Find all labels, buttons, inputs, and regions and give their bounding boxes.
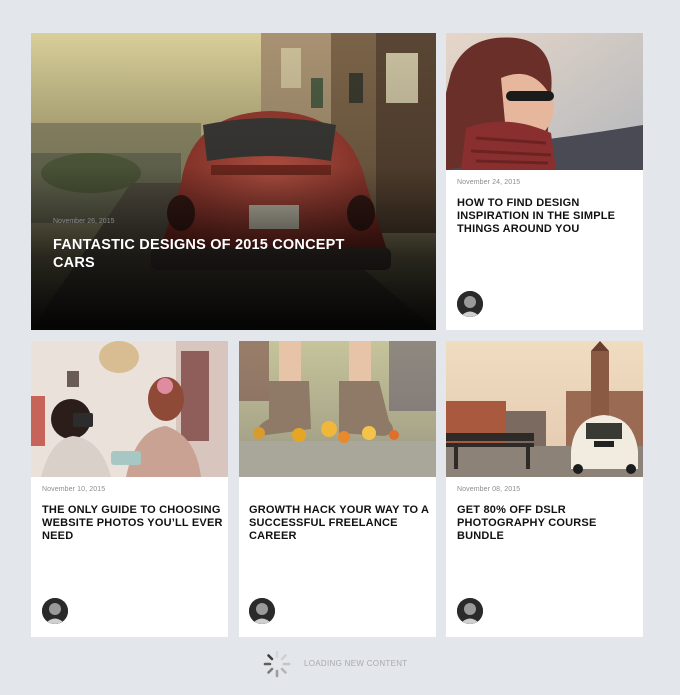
post-date: November 26, 2015: [53, 218, 115, 225]
red-beetle-car-photo: [31, 33, 436, 330]
boots-and-flowers-photo: [239, 341, 436, 477]
post-card[interactable]: November 10, 2015 The only guide to choo…: [31, 341, 228, 637]
post-date: November 10, 2015: [42, 486, 106, 493]
loading-text: LOADING NEW CONTENT: [304, 659, 408, 668]
girls-with-cameras-photo: [31, 341, 228, 477]
post-title[interactable]: Fantastic designs of 2015 concept cars: [53, 236, 353, 272]
post-title[interactable]: Get 80% off DSLR photography course bund…: [457, 504, 637, 543]
author-avatar[interactable]: [42, 598, 68, 624]
post-title[interactable]: How to find design inspiration in the si…: [457, 197, 637, 236]
post-card[interactable]: November 24, 2015 How to find design ins…: [446, 33, 643, 330]
author-avatar[interactable]: [249, 598, 275, 624]
author-avatar[interactable]: [457, 598, 483, 624]
post-date: November 08, 2015: [457, 486, 521, 493]
vintage-car-town-square-photo: [446, 341, 643, 477]
post-title[interactable]: The only guide to choosing website photo…: [42, 504, 224, 543]
post-card[interactable]: Growth hack your way to a successful fre…: [239, 341, 436, 637]
featured-post-card[interactable]: November 26, 2015 Fantastic designs of 2…: [31, 33, 436, 330]
author-avatar[interactable]: [457, 291, 483, 317]
loading-spinner-icon: [262, 649, 292, 679]
woman-scarf-sunglasses-photo: [446, 33, 643, 170]
post-title[interactable]: Growth hack your way to a successful fre…: [249, 504, 431, 543]
post-date: November 24, 2015: [457, 179, 521, 186]
post-card[interactable]: November 08, 2015 Get 80% off DSLR photo…: [446, 341, 643, 637]
